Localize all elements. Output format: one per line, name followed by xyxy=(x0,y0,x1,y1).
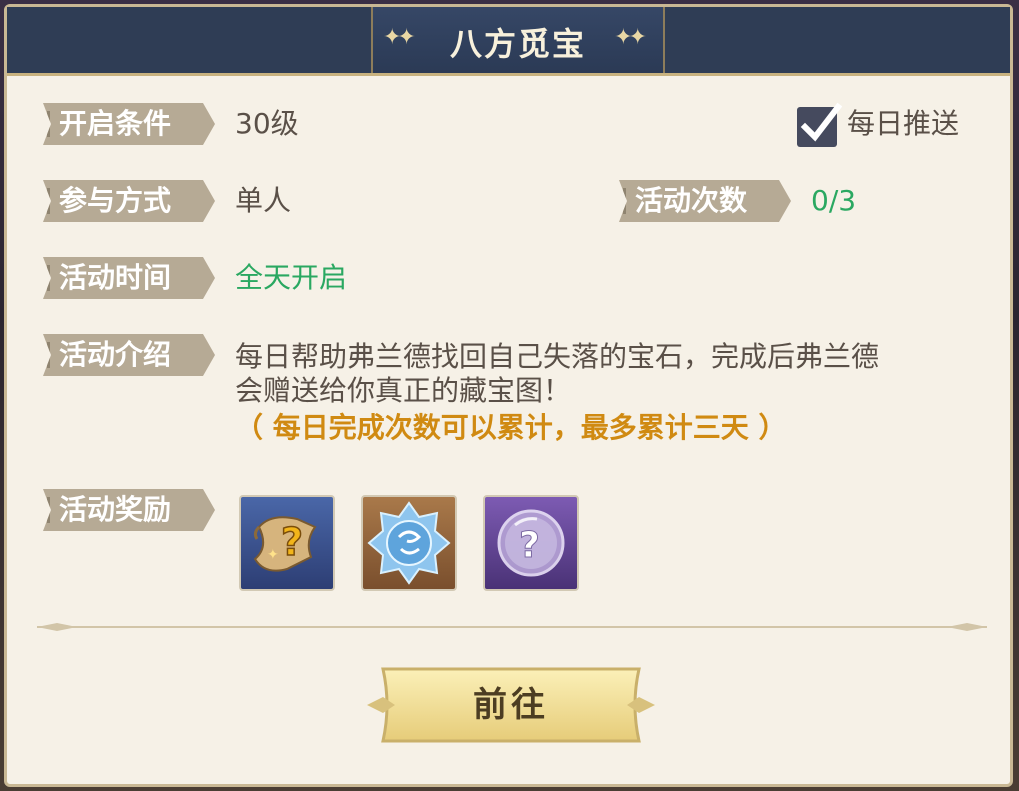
activity-count-label: 活动次数 xyxy=(619,180,791,222)
mystery-bubble-icon: ? xyxy=(497,509,565,577)
reward-treasure-map[interactable]: ? ✦ xyxy=(239,495,335,591)
activity-count-value: 0/3 xyxy=(811,184,857,217)
activity-time-value: 全天开启 xyxy=(235,261,348,294)
activity-intro-line2: 会赠送给你真正的藏宝图！ xyxy=(235,374,572,407)
daily-push-label[interactable]: 每日推送 xyxy=(847,104,959,144)
blue-gem-icon xyxy=(367,501,451,585)
section-divider xyxy=(37,623,987,631)
title-bar: ✦✦ 八方觅宝 ✦✦ xyxy=(7,7,1010,76)
activity-intro-note: （ 每日完成次数可以累计，最多累计三天 ） xyxy=(235,411,787,444)
activity-time-label: 活动时间 xyxy=(43,257,215,299)
svg-text:?: ? xyxy=(519,525,540,566)
sparkle-icon: ✦✦ xyxy=(614,25,647,50)
daily-push-checkbox[interactable] xyxy=(797,102,842,147)
activity-panel: ✦✦ 八方觅宝 ✦✦ 开启条件 30级 每日推送 参与方式 单人 活动次数 0/… xyxy=(4,4,1013,787)
activity-intro-label: 活动介绍 xyxy=(43,334,215,376)
svg-text:✦: ✦ xyxy=(267,547,279,563)
participation-value: 单人 xyxy=(235,184,292,217)
participation-label: 参与方式 xyxy=(43,180,215,222)
title-plate: ✦✦ 八方觅宝 ✦✦ xyxy=(371,7,665,73)
reward-mystery-bubble[interactable]: ? xyxy=(483,495,579,591)
svg-text:?: ? xyxy=(281,520,303,564)
check-icon xyxy=(800,102,842,142)
reward-blue-gem[interactable] xyxy=(361,495,457,591)
treasure-map-scroll-icon: ? ✦ xyxy=(253,516,317,572)
open-condition-value: 30级 xyxy=(235,107,299,140)
activity-rewards-label: 活动奖励 xyxy=(43,489,215,531)
open-condition-label: 开启条件 xyxy=(43,103,215,145)
go-button-label: 前往 xyxy=(473,685,549,725)
go-button[interactable]: 前往 xyxy=(363,663,659,747)
